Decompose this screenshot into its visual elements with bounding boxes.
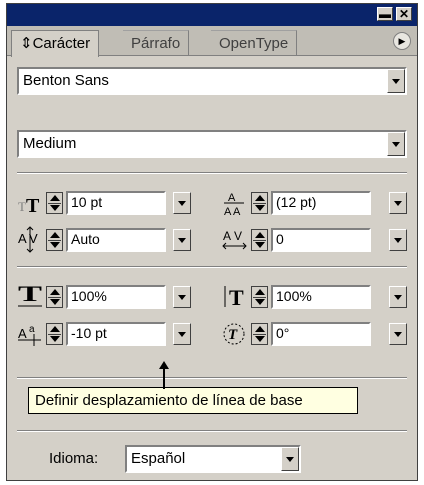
svg-text:a: a — [29, 324, 35, 335]
vertical-scale-icon: T — [224, 285, 244, 310]
kerning-stepper[interactable] — [46, 229, 63, 251]
font-size-field[interactable]: 10 pt — [66, 191, 166, 215]
tab-parrafo[interactable]: Párrafo — [123, 30, 190, 56]
baseline-shift-value: -10 pt — [71, 325, 107, 341]
tab-arrows-icon: ⇕ — [20, 35, 33, 52]
font-size-value: 10 pt — [71, 194, 103, 210]
skew-value: 0° — [276, 325, 290, 341]
svg-text:A: A — [223, 229, 231, 243]
font-size-icon: T T — [18, 195, 40, 216]
svg-text:A: A — [224, 206, 232, 217]
baseline-shift-icon: A a — [18, 324, 41, 346]
leading-icon: A A A — [224, 192, 244, 217]
svg-text:A: A — [233, 206, 241, 217]
skew-stepper[interactable] — [251, 323, 268, 345]
separator — [17, 172, 407, 174]
vertical-scale-dropdown-button[interactable] — [389, 286, 407, 308]
minimize-icon: ▬ — [379, 7, 391, 21]
skew-field[interactable]: 0° — [271, 322, 371, 346]
skew-dropdown-button[interactable] — [389, 323, 407, 345]
separator — [17, 266, 407, 268]
leading-stepper[interactable] — [251, 192, 268, 214]
tab-strip: ⇕Carácter Párrafo OpenType ▶ — [7, 26, 417, 57]
font-style-select[interactable]: Medium — [17, 130, 407, 158]
tab-caracter[interactable]: ⇕Carácter — [11, 30, 100, 57]
tracking-value: 0 — [276, 231, 284, 247]
kerning-field[interactable]: Auto — [66, 228, 166, 252]
svg-text:A: A — [18, 231, 27, 246]
tab-caracter-label: Carácter — [32, 35, 91, 52]
leading-field[interactable]: (12 pt) — [271, 191, 371, 215]
horizontal-scale-field[interactable]: 100% — [66, 285, 166, 309]
horizontal-scale-dropdown-button[interactable] — [173, 286, 191, 308]
leading-value: (12 pt) — [276, 194, 317, 210]
panel-menu-button[interactable]: ▶ — [393, 32, 411, 50]
separator — [17, 377, 407, 379]
tracking-stepper[interactable] — [251, 229, 268, 251]
kerning-dropdown-button[interactable] — [173, 229, 191, 251]
minimize-button[interactable]: ▬ — [377, 7, 393, 21]
font-style-value: Medium — [23, 135, 77, 152]
tab-opentype[interactable]: OpenType — [211, 30, 298, 56]
skew-icon: T — [223, 323, 245, 345]
horizontal-scale-value: 100% — [71, 288, 107, 304]
tab-parrafo-label: Párrafo — [131, 35, 181, 52]
vertical-scale-stepper[interactable] — [251, 286, 268, 308]
svg-text:T: T — [18, 199, 26, 214]
font-family-dropdown-button[interactable] — [387, 69, 405, 93]
palette-titlebar[interactable]: ▬ ✕ — [7, 4, 417, 26]
baseline-shift-field[interactable]: -10 pt — [66, 322, 166, 346]
language-select[interactable]: Español — [125, 445, 301, 473]
svg-text:A: A — [228, 192, 236, 204]
vertical-scale-value: 100% — [276, 288, 312, 304]
svg-text:T: T — [26, 195, 40, 216]
tracking-field[interactable]: 0 — [271, 228, 371, 252]
vertical-scale-field[interactable]: 100% — [271, 285, 371, 309]
mouse-cursor-icon — [159, 361, 169, 389]
font-size-dropdown-button[interactable] — [173, 192, 191, 214]
language-label: Idioma: — [49, 450, 99, 467]
close-button[interactable]: ✕ — [396, 7, 412, 21]
font-style-dropdown-button[interactable] — [387, 132, 405, 156]
svg-text:T: T — [229, 285, 244, 310]
baseline-shift-dropdown-button[interactable] — [173, 323, 191, 345]
close-icon: ✕ — [398, 7, 410, 21]
separator — [17, 430, 407, 432]
baseline-shift-stepper[interactable] — [46, 323, 63, 345]
kerning-value: Auto — [71, 231, 100, 247]
svg-text:T: T — [18, 283, 43, 306]
svg-text:T: T — [228, 327, 238, 343]
horizontal-scale-icon: T — [18, 283, 43, 307]
font-family-value: Benton Sans — [23, 72, 109, 89]
svg-text:A: A — [18, 326, 27, 341]
language-value: Español — [131, 450, 186, 467]
font-size-stepper[interactable] — [46, 192, 63, 214]
tab-opentype-label: OpenType — [219, 35, 289, 52]
tracking-dropdown-button[interactable] — [389, 229, 407, 251]
horizontal-scale-stepper[interactable] — [46, 286, 63, 308]
font-family-select[interactable]: Benton Sans — [17, 67, 407, 95]
language-dropdown-button[interactable] — [281, 447, 299, 471]
panel-menu-icon: ▶ — [398, 36, 406, 46]
svg-text:V: V — [234, 229, 242, 243]
tooltip: Definir desplazamiento de línea de base — [28, 387, 358, 414]
tracking-icon: A V — [222, 229, 247, 250]
leading-dropdown-button[interactable] — [389, 192, 407, 214]
kerning-icon: A V — [18, 226, 38, 253]
